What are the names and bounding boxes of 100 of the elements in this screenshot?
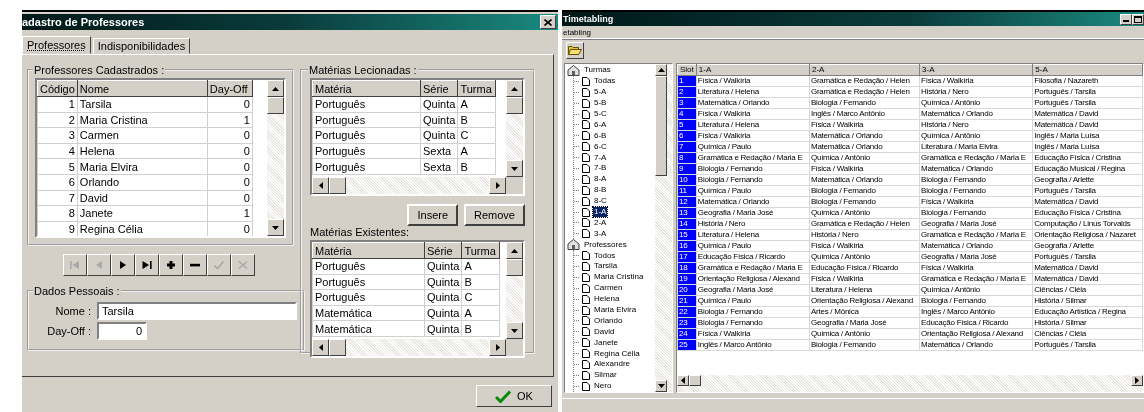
column-header[interactable]: 1-A [696,64,810,76]
column-header[interactable]: Nome [77,80,208,97]
table-cell: Biologia / Fernando [919,174,1033,186]
column-header[interactable]: 5-A [1032,64,1143,76]
column-header[interactable]: Turma [461,242,500,259]
table-cell: Português [312,143,421,159]
tree-item[interactable]: 8-B [593,185,608,196]
minimize-button[interactable] [1120,13,1132,25]
column-header[interactable]: 2-A [809,64,920,76]
tree-item[interactable]: Nero [593,381,613,392]
tree-item[interactable]: 5-B [593,98,608,109]
table-cell: 5 [37,158,78,175]
column-header[interactable]: Código [37,80,78,97]
tree-item[interactable]: 3-A [593,228,608,239]
tree-item[interactable]: Janete [593,337,620,348]
maximize-button[interactable] [1132,13,1144,25]
tree-item[interactable]: 8-C [593,196,608,207]
vertical-scrollbar[interactable] [506,80,523,177]
open-button[interactable] [566,41,584,59]
tree-item[interactable]: Orlando [593,315,624,326]
table-cell: Física / Walkíria [919,75,1033,87]
table-cell: Literatura / Maria Elvira [919,141,1033,153]
navigator-button[interactable] [111,254,135,276]
tab[interactable]: Professores [22,36,91,54]
tree-item[interactable]: 8-A [593,174,608,185]
column-header[interactable]: Matéria [312,242,425,259]
tree-item[interactable]: Maria Cristina [593,272,645,283]
column-header[interactable]: Matéria [312,80,421,97]
input-field[interactable]: 0 [97,322,147,340]
table-cell: Gramática e Redação / Maria E [919,229,1033,241]
table-cell: A [461,258,500,275]
tree-item[interactable]: 7-B [593,163,608,174]
table-cell: Matemática / David [1032,108,1143,120]
table-cell: Gramática e Redação / Helen [809,75,920,87]
scroll-thumb[interactable] [655,76,667,176]
column-header[interactable]: Série [420,80,458,97]
column-header[interactable]: Slot [677,64,697,76]
table-cell: 20 [677,284,697,296]
tree-item[interactable]: 6-C [593,141,608,152]
table-cell: B [457,158,496,175]
column-header[interactable]: Série [424,242,462,259]
table-cell: Gramática e Redação / Helen [809,86,920,98]
table-cell: Português [312,112,421,128]
tree-item[interactable]: 5-A [593,87,608,98]
window-title: adastro de Professores [22,16,145,28]
vertical-scrollbar[interactable] [655,64,672,392]
table-cell: 0 [207,96,253,113]
table-cell: Biologia / Fernando [696,174,810,186]
push-button[interactable]: Insere [407,204,459,226]
tree-item[interactable]: Alexandre [593,359,632,370]
tree-item[interactable]: Todos [593,250,617,261]
tree-item[interactable]: Carmen [593,283,624,294]
scroll-thumb[interactable] [329,339,346,356]
tree-item[interactable]: Professores [583,239,628,250]
tree-item[interactable]: 6-B [593,130,608,141]
scroll-thumb[interactable] [506,259,523,276]
input-field[interactable]: Tarsila [97,302,297,320]
tree-item[interactable]: 7-A [593,152,608,163]
tree-item[interactable]: 5-C [593,109,608,119]
scroll-thumb[interactable] [506,97,523,114]
close-button[interactable] [540,15,556,29]
horizontal-scrollbar[interactable] [312,177,506,194]
horizontal-scrollbar[interactable] [677,375,1143,392]
tree-item[interactable]: Tarsila [593,261,619,272]
table-cell: Geografia / Arlette [1032,240,1143,252]
scroll-thumb[interactable] [267,97,284,114]
menu-item[interactable]: etabling [562,27,593,37]
tree-item[interactable]: Todas [593,76,617,87]
scroll-thumb[interactable] [329,177,346,194]
tree-item[interactable]: Silmar [593,370,618,381]
tree-item[interactable]: Turmas [583,65,612,76]
tree-item[interactable]: David [593,326,616,337]
table-cell: História / Nero [919,86,1033,98]
column-header[interactable]: 3-A [919,64,1033,76]
navigator-button[interactable] [159,254,183,276]
push-button[interactable]: Remove [464,204,525,226]
navigator-button[interactable] [135,254,159,276]
table-cell: Ciências / Cléia [1032,284,1143,296]
tree-item[interactable]: 2-A [593,217,608,228]
table-cell: Matemática / David [1032,262,1143,274]
ok-button[interactable]: OK [476,385,552,407]
vertical-scrollbar[interactable] [267,80,284,236]
table-cell: Maria Cristina [77,112,208,128]
group-title: Professores Cadastrados : [33,64,166,76]
tree-item[interactable]: Maria Elvira [593,305,638,316]
tree-item[interactable]: 6-A [593,119,608,130]
tree-item[interactable]: 1-A [593,207,608,217]
table-cell: 15 [677,229,697,241]
tab[interactable]: Indisponibilidades [92,38,191,54]
scroll-thumb[interactable] [689,375,701,386]
vertical-scrollbar[interactable] [506,242,523,339]
tree-item[interactable]: Helena [593,294,621,305]
column-header[interactable]: Day-Off [207,80,253,97]
navigator-button[interactable] [183,254,207,276]
column-header[interactable]: Turma [457,80,496,97]
tree-item[interactable]: Regina Célia [593,348,641,359]
table-cell: Quinta [424,289,462,306]
horizontal-scrollbar[interactable] [312,339,506,356]
right-arrow-icon [495,344,500,351]
house-icon [567,239,580,251]
